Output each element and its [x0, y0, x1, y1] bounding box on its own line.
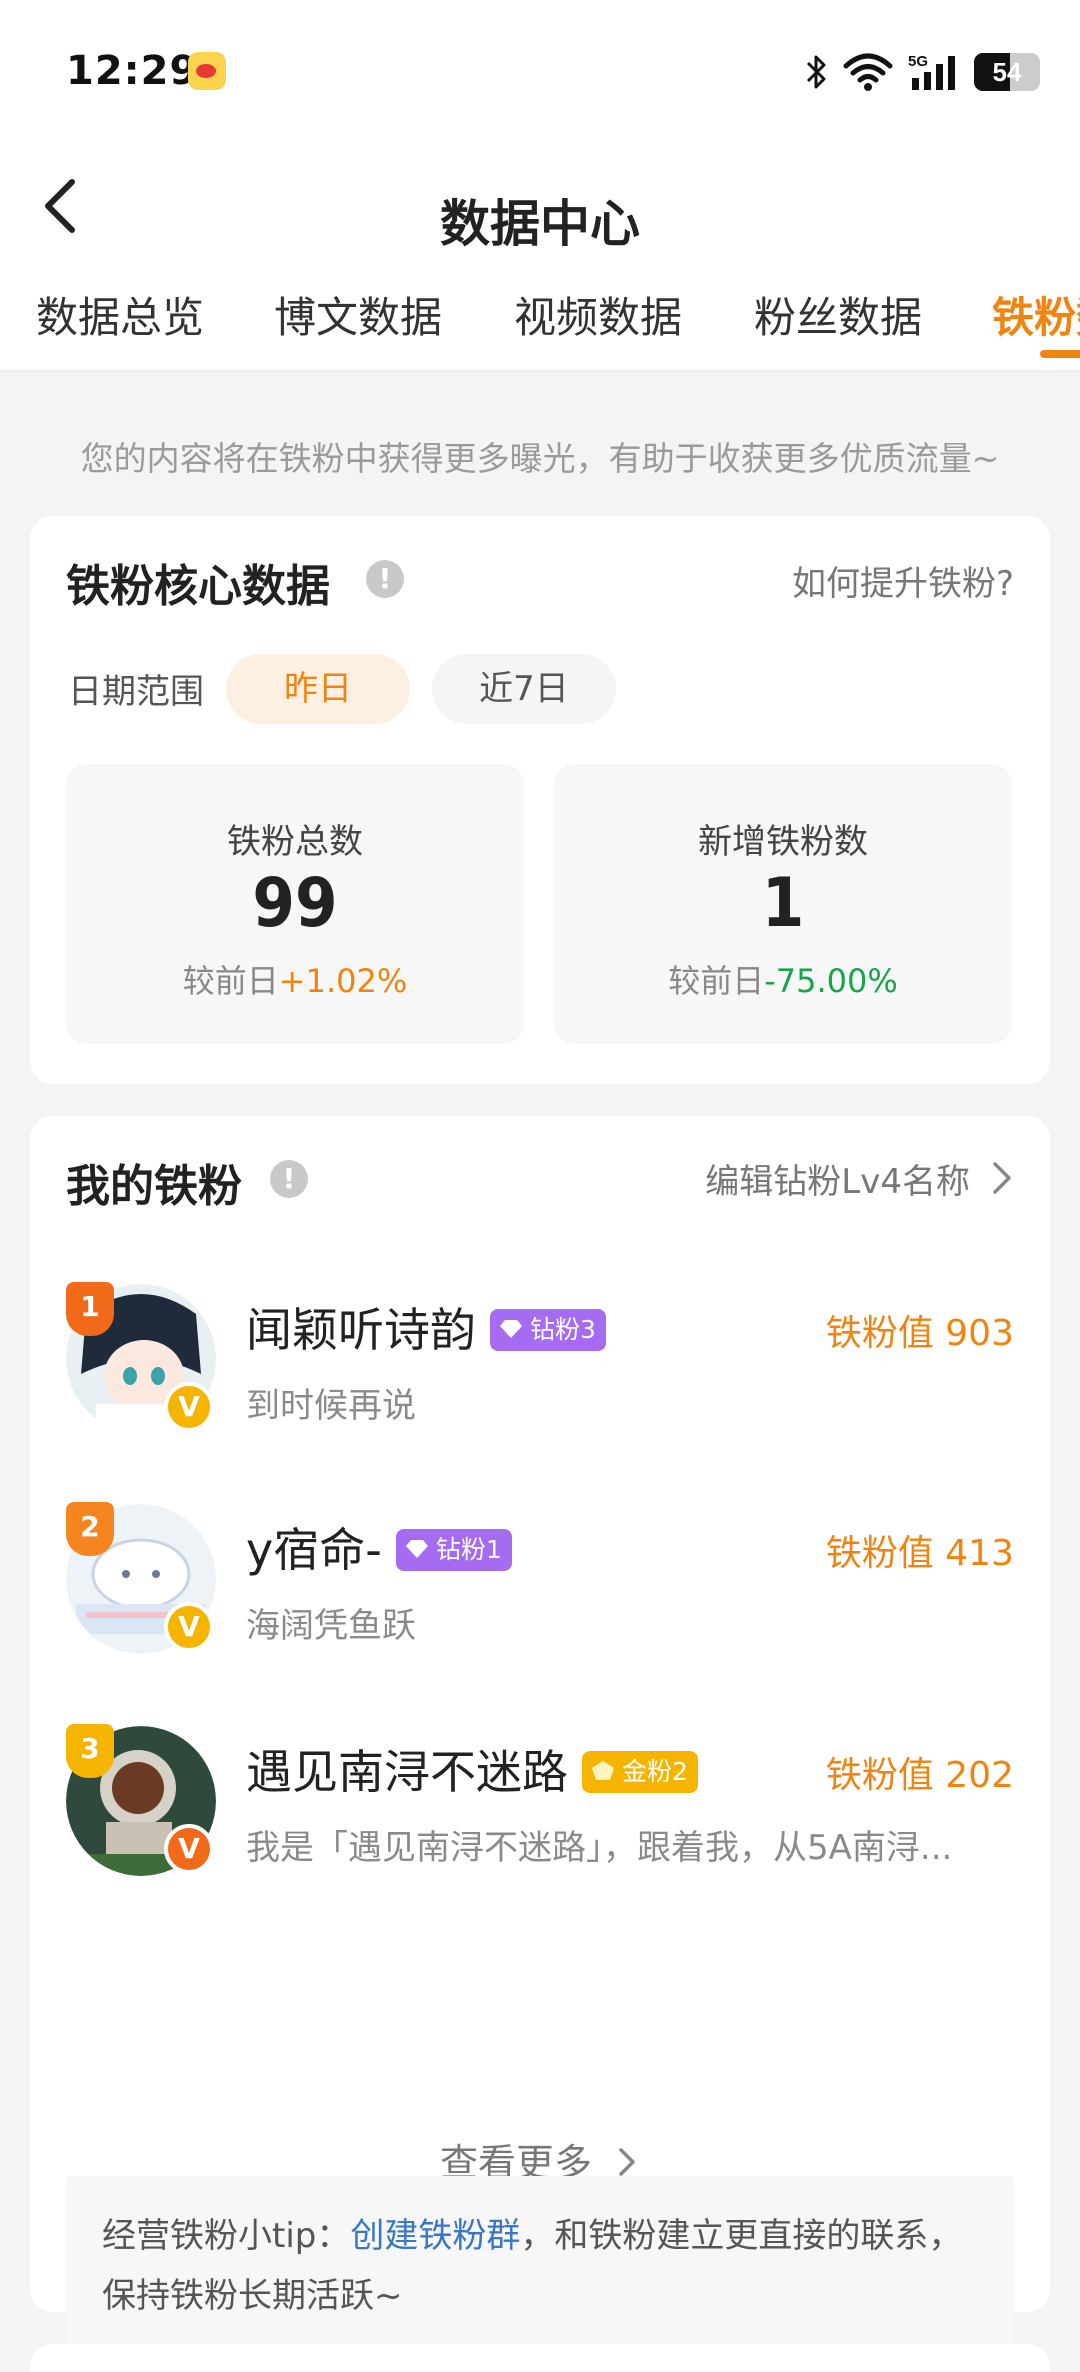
page-title: 数据中心	[440, 195, 640, 253]
nav-bar: 数据中心	[0, 140, 1080, 270]
info-icon[interactable]: !	[366, 560, 404, 598]
tab-videos[interactable]: 视频数据	[514, 284, 682, 345]
verified-badge: V	[164, 1824, 214, 1874]
next-card	[30, 2344, 1050, 2372]
fan-description: 到时候再说	[246, 1386, 416, 1426]
stat-compare: 较前日-75.00%	[554, 956, 1012, 1002]
avatar[interactable]: 1 V	[66, 1282, 216, 1434]
fan-row[interactable]: 2 V y宿命- 钻粉1 海阔凭鱼跃 铁粉值 413	[30, 1494, 1050, 1654]
stat-label: 新增铁粉数	[698, 822, 868, 862]
fan-level-badge: 钻粉3	[490, 1308, 606, 1351]
verified-badge: V	[164, 1382, 214, 1432]
hint-text: 您的内容将在铁粉中获得更多曝光，有助于收获更多优质流量~	[80, 439, 1000, 478]
stat-new-fans: 新增铁粉数 1 较前日-75.00%	[554, 764, 1012, 1044]
fan-name: 遇见南浔不迷路	[246, 1745, 568, 1799]
diamond-icon	[405, 1539, 428, 1558]
compare-label: 较前日	[182, 962, 279, 1000]
fan-description: 海阔凭鱼跃	[246, 1606, 416, 1646]
status-icons: 5G 54	[804, 50, 1040, 94]
fan-name-row: 遇见南浔不迷路 金粉2	[246, 1736, 698, 1802]
fan-row[interactable]: 3 V 遇见南浔不迷路 金粉2 我是「遇见南浔不迷路」，跟着我，从5A南浔... …	[30, 1716, 1050, 1876]
tip-box: 经营铁粉小tip：创建铁粉群，和铁粉建立更直接的联系，保持铁粉长期活跃~	[66, 2176, 1014, 2366]
rank-badge: 1	[66, 1282, 114, 1336]
tab-fans[interactable]: 粉丝数据	[754, 284, 922, 345]
change-value: +1.02%	[278, 962, 408, 1000]
help-link[interactable]: 如何提升铁粉?	[792, 556, 1014, 605]
compare-label: 较前日	[668, 962, 765, 1000]
range-7days-button[interactable]: 近7日	[432, 654, 616, 724]
signal-icon: 5G	[908, 53, 955, 90]
badge-label: 金粉2	[622, 1756, 688, 1786]
fan-level-badge: 金粉2	[582, 1750, 698, 1793]
info-icon[interactable]: !	[270, 1160, 308, 1198]
tab-bar: 数据总览 博文数据 视频数据 粉丝数据 铁粉数据	[0, 270, 1080, 372]
tip-prefix: 经营铁粉小tip：	[102, 2216, 351, 2256]
fan-score: 铁粉值 202	[825, 1755, 1014, 1796]
change-value: -75.00%	[764, 962, 898, 1000]
top-area: 12:29 5G 54 数据中心 数据总览 博文数据 视频数据 粉丝数据 铁粉	[0, 0, 1080, 372]
status-bar: 12:29 5G 54	[0, 0, 1080, 140]
stat-value: 1	[761, 864, 805, 943]
badge-label: 钻粉3	[530, 1314, 596, 1344]
stat-total-fans: 铁粉总数 99 较前日+1.02%	[66, 764, 524, 1044]
fan-name-row: y宿命- 钻粉1	[246, 1514, 512, 1580]
core-data-title: 铁粉核心数据	[66, 561, 330, 612]
rank-badge: 3	[66, 1724, 114, 1778]
my-fans-title: 我的铁粉	[66, 1161, 242, 1212]
fan-score: 铁粉值 903	[825, 1313, 1014, 1354]
avatar[interactable]: 2 V	[66, 1502, 216, 1654]
fan-score: 铁粉值 413	[825, 1533, 1014, 1574]
create-group-link[interactable]: 创建铁粉群	[350, 2216, 520, 2256]
fan-level-badge: 钻粉1	[395, 1528, 512, 1571]
bluetooth-icon	[806, 55, 826, 89]
battery-level: 54	[992, 57, 1022, 87]
range-yesterday-button[interactable]: 昨日	[226, 654, 410, 724]
core-data-card: 铁粉核心数据 ! 如何提升铁粉? 日期范围 昨日 近7日 铁粉总数 99 较前日…	[30, 516, 1050, 1084]
chevron-right-icon[interactable]	[986, 1158, 1016, 1198]
tab-iron-fans[interactable]: 铁粉数据	[992, 284, 1080, 345]
fan-name-row: 闻颖听诗韵 钻粉3	[246, 1294, 606, 1360]
fan-name: y宿命-	[246, 1523, 382, 1577]
fan-row[interactable]: 1 V 闻颖听诗韵 钻粉3 到时候再说 铁粉值 903	[30, 1274, 1050, 1434]
badge-label: 钻粉1	[435, 1534, 502, 1564]
stat-label: 铁粉总数	[227, 822, 363, 862]
wifi-icon	[843, 53, 893, 91]
chevron-right-icon	[619, 2148, 635, 2176]
date-range-label: 日期范围	[68, 672, 204, 712]
fan-name: 闻颖听诗韵	[246, 1303, 476, 1357]
rank-badge: 2	[66, 1502, 114, 1556]
stat-compare: 较前日+1.02%	[66, 956, 524, 1002]
gold-gem-icon	[592, 1760, 614, 1780]
tab-posts[interactable]: 博文数据	[274, 284, 442, 345]
svg-text:5G: 5G	[908, 53, 928, 70]
status-time: 12:29	[66, 48, 199, 94]
avatar[interactable]: 3 V	[66, 1724, 216, 1876]
stat-value: 99	[252, 864, 338, 943]
diamond-icon	[500, 1319, 522, 1338]
tab-active-indicator	[1040, 350, 1080, 358]
tab-overview[interactable]: 数据总览	[36, 284, 204, 345]
battery-icon: 54	[974, 53, 1040, 91]
weibo-notification-icon	[188, 52, 226, 90]
my-fans-card: 我的铁粉 ! 编辑钻粉Lv4名称 1 V 闻颖听诗韵 钻粉3 到时候再说 铁粉值…	[30, 1116, 1050, 2366]
edit-name-link[interactable]: 编辑钻粉Lv4名称	[705, 1154, 970, 1203]
verified-badge: V	[164, 1602, 214, 1652]
fan-description: 我是「遇见南浔不迷路」，跟着我，从5A南浔...	[246, 1828, 953, 1868]
